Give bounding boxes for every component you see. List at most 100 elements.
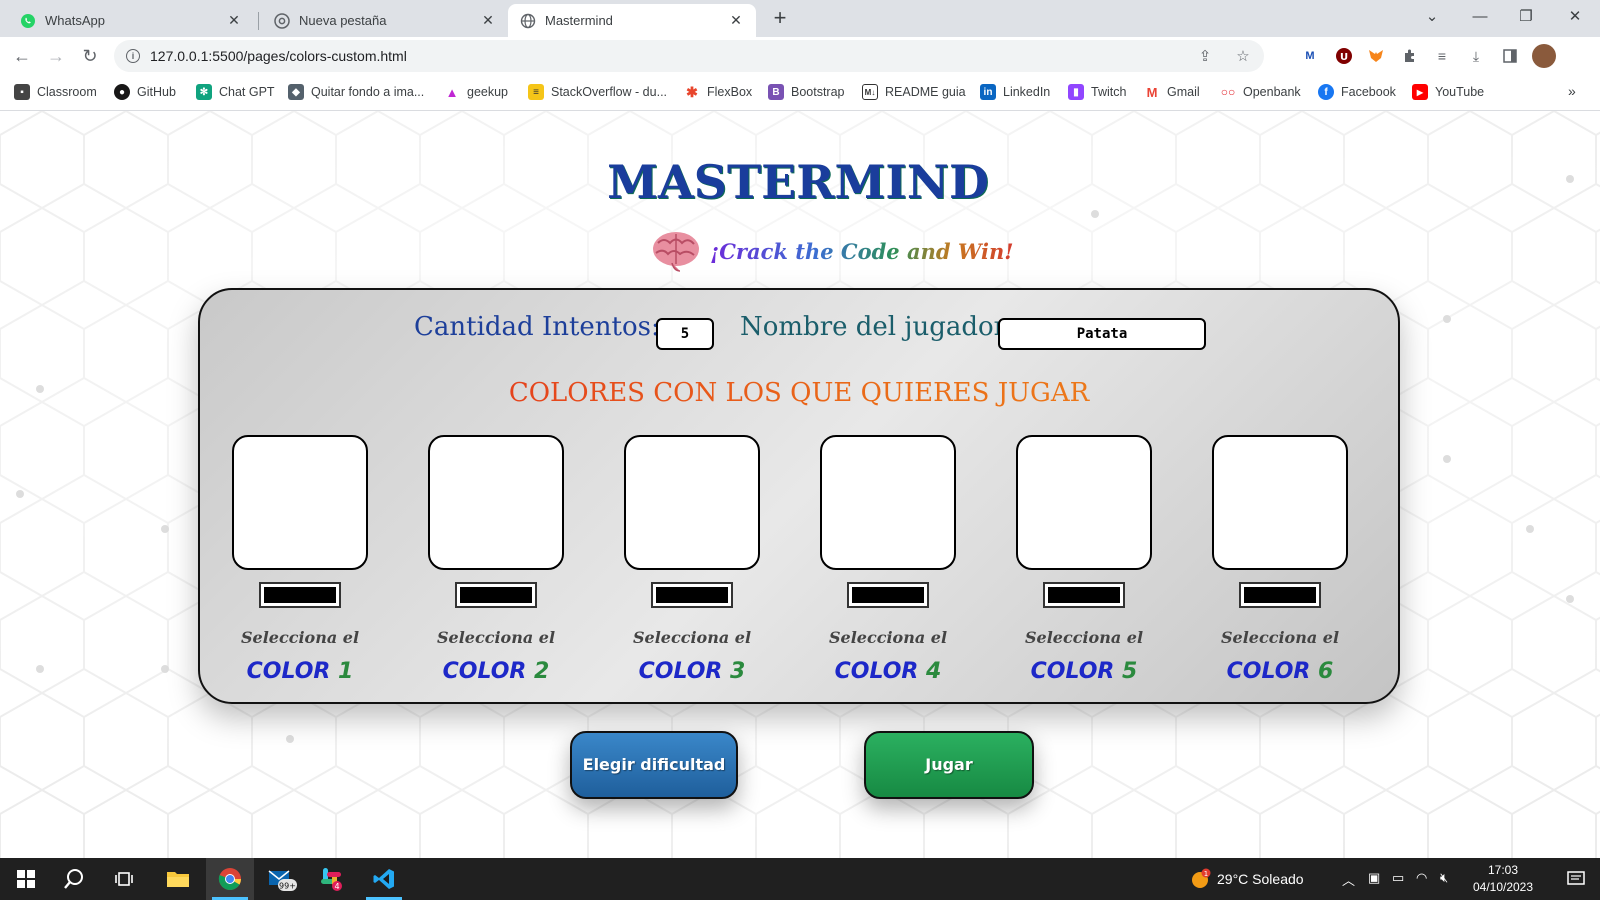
tab-nueva-pestana[interactable]: Nueva pestaña ✕ [262,4,508,37]
bookmark-chatgpt[interactable]: ✻ Chat GPT [196,84,275,100]
color-picker-fill [1048,587,1120,603]
bookmark-facebook[interactable]: f Facebook [1318,84,1396,100]
color-preview [624,435,760,570]
color-preview [820,435,956,570]
close-window-icon[interactable]: ✕ [1561,6,1589,28]
address-bar[interactable]: i 127.0.0.1:5500/pages/colors-custom.htm… [114,40,1264,72]
bookmark-flexbox[interactable]: ✱ FlexBox [684,84,752,100]
share-icon[interactable]: ⇪ [1196,47,1214,65]
color-number: 1 [338,659,354,684]
color-word: COLOR [834,659,919,684]
bookmark-readme[interactable]: M↓ README guia [862,84,966,100]
system-clock[interactable]: 17:03 04/10/2023 [1468,862,1538,896]
select-color-label: Selecciona el [1024,628,1144,647]
chatgpt-icon: ✻ [196,84,212,100]
color-picker-input[interactable] [1239,582,1321,608]
color-picker-input[interactable] [455,582,537,608]
site-info-icon[interactable]: i [126,49,140,63]
vscode-icon[interactable] [360,858,408,900]
task-view-icon[interactable] [100,858,148,900]
battery-icon[interactable]: ▭ [1392,870,1404,886]
color-number: 4 [926,659,942,684]
weather-text[interactable]: 29°C Soleado [1217,871,1304,887]
select-color-label: Selecciona el [240,628,360,647]
back-arrow-icon[interactable]: ← [10,44,34,68]
wifi-icon[interactable]: ◠ [1416,870,1427,886]
bookmark-star-icon[interactable]: ☆ [1234,47,1252,65]
bookmark-removebg[interactable]: ◆ Quitar fondo a ima... [288,84,424,100]
color-picker-fill [656,587,728,603]
volume-muted-icon[interactable]: 🔇︎ [1440,870,1448,886]
show-hidden-icons-chevron[interactable]: ︿ [1342,870,1355,889]
player-name-input[interactable]: Patata [998,318,1206,350]
close-tab-icon[interactable]: ✕ [728,12,744,29]
new-tab-button[interactable]: + [768,6,792,30]
bookmark-geekup[interactable]: ▲ geekup [444,84,508,100]
close-tab-icon[interactable]: ✕ [226,12,242,29]
color-picker-input[interactable] [259,582,341,608]
color-number-label: COLOR 3 [624,659,760,684]
reload-icon[interactable]: ↻ [78,44,102,68]
windows-start-icon[interactable] [2,858,50,900]
extension-m-icon[interactable]: M [1300,46,1320,66]
color-preview [232,435,368,570]
url-text: 127.0.0.1:5500/pages/colors-custom.html [150,48,407,64]
color-word: COLOR [1226,659,1311,684]
color-slot-6: Selecciona el COLOR 6 [1212,435,1348,684]
close-tab-icon[interactable]: ✕ [480,12,496,29]
color-picker-input[interactable] [1043,582,1125,608]
ublock-icon[interactable]: U [1334,46,1354,66]
reading-list-icon[interactable]: ≡ [1432,46,1452,66]
chrome-taskbar-icon[interactable] [206,858,254,900]
more-bookmarks-icon[interactable]: » [1568,83,1576,99]
attempts-input[interactable]: 5 [656,318,714,350]
tab-mastermind[interactable]: Mastermind ✕ [508,4,756,37]
minimize-icon[interactable]: — [1466,6,1494,28]
choose-difficulty-button[interactable]: Elegir dificultad [570,731,738,799]
color-slot-1: Selecciona el COLOR 1 [232,435,368,684]
bookmark-classroom[interactable]: ▪ Classroom [14,84,97,100]
extensions-puzzle-icon[interactable] [1400,46,1420,66]
bookmark-stackoverflow[interactable]: ≡ StackOverflow - du... [528,84,667,100]
colors-heading: COLORES CON LOS QUE QUIERES JUGAR [200,378,1398,408]
download-icon[interactable]: ⤓ [1466,46,1486,66]
slack-badge: 4 [334,882,339,891]
facebook-icon: f [1318,84,1334,100]
bookmark-openbank[interactable]: ○○ Openbank [1220,84,1301,100]
twitch-icon: ▮ [1068,84,1084,100]
meet-now-icon[interactable]: ▣ [1368,870,1380,886]
bookmark-bootstrap[interactable]: B Bootstrap [768,84,845,100]
bookmark-youtube[interactable]: ▶ YouTube [1412,84,1484,100]
forward-arrow-icon[interactable]: → [44,44,68,68]
profile-avatar[interactable] [1532,44,1556,68]
restore-icon[interactable]: ❐ [1512,6,1540,28]
play-button[interactable]: Jugar [864,731,1034,799]
bookmark-gmail[interactable]: M Gmail [1144,84,1200,100]
file-explorer-icon[interactable] [154,858,202,900]
color-picker-fill [460,587,532,603]
color-preview [1212,435,1348,570]
bookmark-github[interactable]: ● GitHub [114,84,176,100]
color-picker-input[interactable] [651,582,733,608]
color-picker-input[interactable] [847,582,929,608]
metamask-fox-icon[interactable] [1366,46,1386,66]
markdown-icon: M↓ [862,84,878,100]
bookmark-label: Bootstrap [791,85,845,99]
slack-icon[interactable]: 4 [308,858,356,900]
clock-time: 17:03 [1487,863,1519,877]
color-picker-fill [852,587,924,603]
clock-date: 04/10/2023 [1472,880,1534,894]
gmail-icon: M [1146,84,1158,100]
mail-icon[interactable]: 99+ [258,858,306,900]
weather-sun-icon[interactable]: 1 [1186,858,1214,900]
side-panel-icon[interactable] [1500,46,1520,66]
color-number: 2 [534,659,550,684]
tab-search-chevron-icon[interactable]: ⌄ [1418,6,1446,28]
bookmark-linkedin[interactable]: in LinkedIn [980,84,1050,100]
search-icon[interactable] [50,858,98,900]
tab-whatsapp[interactable]: WhatsApp ✕ [8,4,254,37]
bookmark-label: geekup [467,85,509,99]
bookmark-twitch[interactable]: ▮ Twitch [1068,84,1126,100]
color-slot-2: Selecciona el COLOR 2 [428,435,564,684]
notifications-icon[interactable] [1552,858,1600,900]
